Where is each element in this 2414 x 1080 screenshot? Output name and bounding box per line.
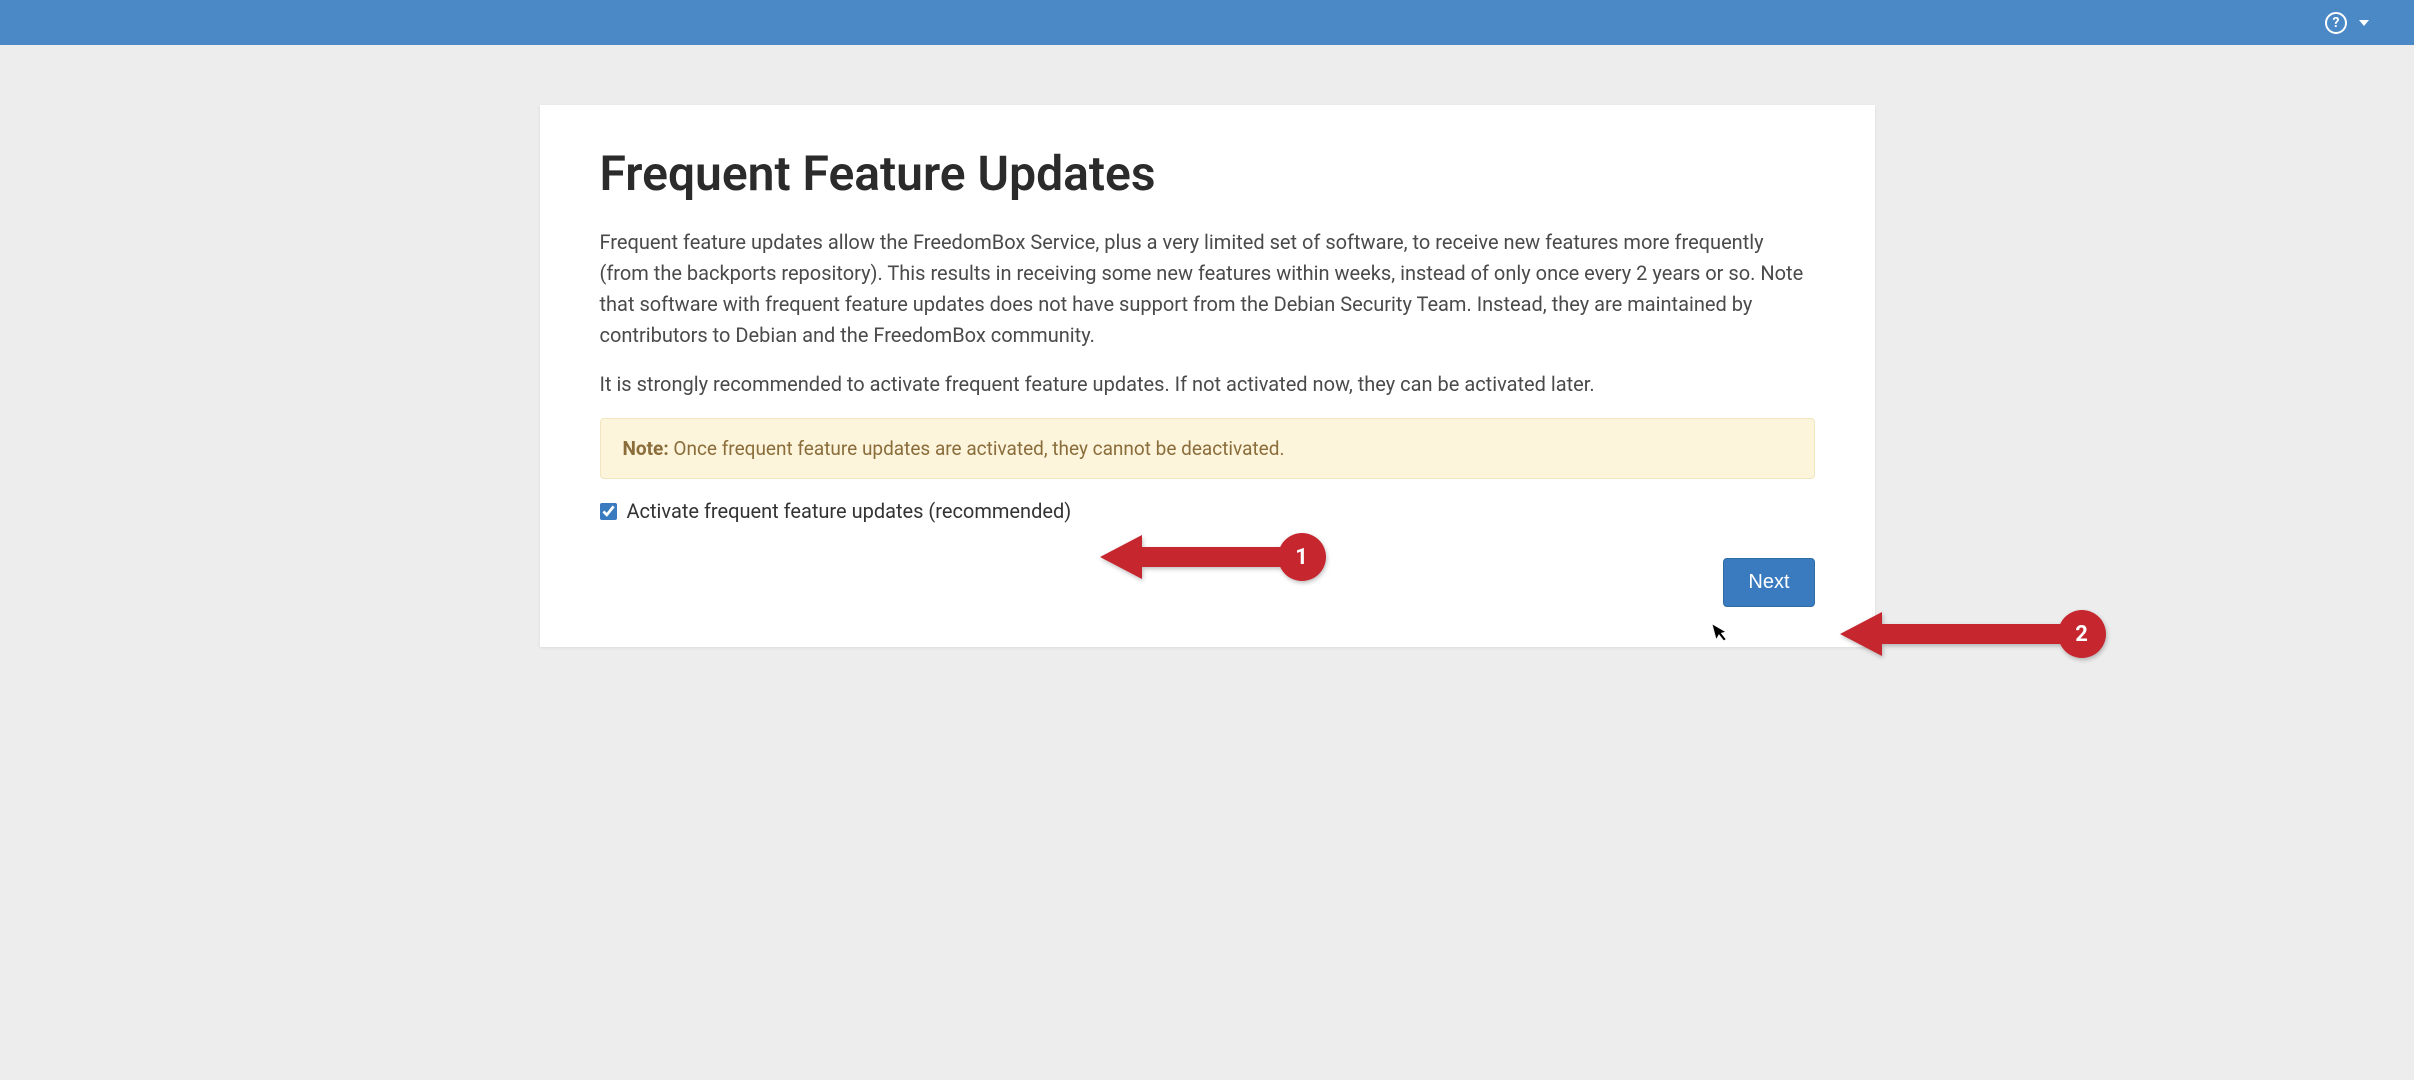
cursor-icon (1711, 619, 1733, 649)
intro-paragraph-1: Frequent feature updates allow the Freed… (600, 227, 1815, 351)
intro-paragraph-2: It is strongly recommended to activate f… (600, 369, 1815, 400)
actions-row: Next (600, 558, 1815, 607)
page-title: Frequent Feature Updates (600, 145, 1815, 202)
activate-checkbox[interactable] (600, 503, 617, 520)
page-container: Frequent Feature Updates Frequent featur… (0, 45, 2414, 647)
top-navbar: ? (0, 0, 2414, 45)
annotation-arrow-2: 2 (1840, 610, 2106, 658)
activate-checkbox-row[interactable]: Activate frequent feature updates (recom… (600, 499, 1815, 523)
main-card: Frequent Feature Updates Frequent featur… (540, 105, 1875, 647)
note-alert: Note: Once frequent feature updates are … (600, 418, 1815, 479)
help-icon: ? (2325, 12, 2347, 34)
arrow-head-icon (1840, 612, 1882, 656)
next-button[interactable]: Next (1723, 558, 1814, 607)
annotation-badge-2: 2 (2058, 610, 2106, 658)
note-label: Note: (623, 437, 669, 460)
help-menu[interactable]: ? (2325, 12, 2369, 34)
note-text: Once frequent feature updates are activa… (669, 437, 1285, 460)
arrow-shaft (1882, 624, 2062, 644)
chevron-down-icon (2359, 20, 2369, 26)
activate-checkbox-label: Activate frequent feature updates (recom… (627, 499, 1072, 523)
